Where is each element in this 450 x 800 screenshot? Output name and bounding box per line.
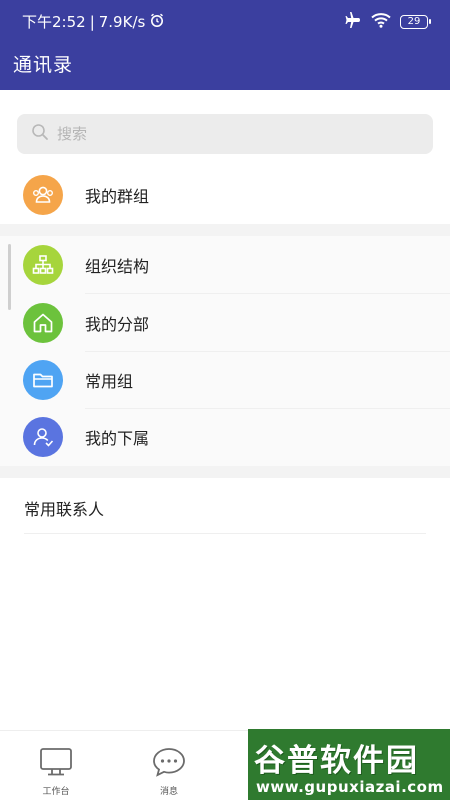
- status-separator: |: [89, 12, 95, 31]
- search-input[interactable]: [57, 125, 417, 143]
- list-item-my-branch[interactable]: 我的分部: [0, 294, 450, 352]
- org-chart-icon: [23, 245, 63, 285]
- status-bar: 下午2:52 | 7.9K/s 29: [0, 0, 450, 40]
- list-item-label: 我的下属: [85, 429, 150, 448]
- watermark-text: 谷普软件园: [254, 743, 419, 779]
- nav-item-workbench[interactable]: 工作台: [26, 747, 86, 797]
- wifi-icon: [371, 12, 391, 32]
- list-item-label: 我的分部: [85, 315, 150, 334]
- page-title: 通讯录: [13, 54, 74, 76]
- section-divider: [24, 533, 426, 534]
- nav-item-messages[interactable]: 消息: [139, 747, 199, 797]
- battery-indicator: 29: [400, 15, 431, 29]
- alarm-icon: [149, 12, 165, 32]
- subordinate-icon: [23, 417, 63, 457]
- section-separator: [0, 466, 450, 478]
- home-icon: [23, 303, 63, 343]
- status-speed: 7.9K/s: [98, 12, 146, 31]
- nav-label: 消息: [159, 787, 178, 797]
- search-icon: [31, 123, 49, 145]
- status-left: 下午2:52 | 7.9K/s: [22, 11, 165, 32]
- watermark-logo: 谷普软件园 www.gupuxiazai.com: [248, 729, 450, 800]
- group-icon: [23, 175, 63, 215]
- status-right: 29: [344, 12, 431, 32]
- frequent-contacts-title[interactable]: 常用联系人: [24, 496, 104, 520]
- watermark-url: www.gupuxiazai.com: [256, 778, 444, 796]
- list-item-common-group[interactable]: 常用组: [0, 351, 450, 409]
- list-item-label: 常用组: [85, 372, 134, 391]
- status-time: 下午2:52: [22, 13, 86, 31]
- app-header: 下午2:52 | 7.9K/s 29 通讯录: [0, 0, 450, 90]
- list-item-org-structure[interactable]: 组织结构: [0, 236, 450, 294]
- list-item-my-groups[interactable]: 我的群组: [0, 166, 450, 224]
- list-item-my-subordinates[interactable]: 我的下属: [0, 408, 450, 466]
- airplane-icon: [344, 12, 362, 32]
- nav-label: 工作台: [42, 787, 70, 797]
- search-bar[interactable]: [17, 114, 433, 154]
- list-item-label: 组织结构: [85, 257, 150, 276]
- folder-icon: [23, 360, 63, 400]
- section-separator: [0, 224, 450, 236]
- message-icon: [152, 747, 186, 781]
- workbench-icon: [39, 747, 73, 781]
- list-item-label: 我的群组: [85, 187, 150, 206]
